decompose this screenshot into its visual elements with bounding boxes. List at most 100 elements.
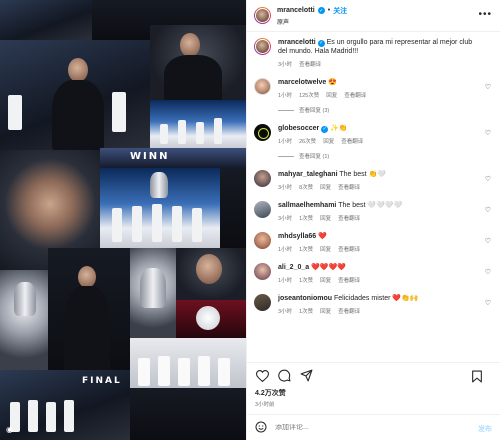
comment-time[interactable]: 1小时 [278, 245, 292, 253]
like-comment-heart-icon[interactable]: ♡ [485, 175, 491, 183]
reply-button[interactable]: 回复 [320, 307, 331, 315]
separator-dot: • [327, 7, 331, 14]
comment-username[interactable]: sallmaelhemhami [278, 202, 336, 209]
commenter-avatar[interactable] [254, 124, 271, 141]
photo-squad-lineup [130, 338, 246, 388]
translate-button[interactable]: 查看翻译 [344, 91, 366, 99]
commenter-avatar[interactable] [254, 232, 271, 249]
commenter-avatar[interactable] [254, 201, 271, 218]
commenter-avatar[interactable] [254, 263, 271, 280]
comment-item: joseantoniomou Felicidades mister ❤️👏🙌 3… [254, 294, 493, 315]
audio-label[interactable]: 原声 [277, 17, 347, 26]
comment-username[interactable]: mhdsylla66 [278, 233, 316, 240]
post-timestamp[interactable]: 3小时前 [247, 398, 500, 414]
comment-item: mahyar_taleghani The best 👏🤍 3小时 8次赞 回复 … [254, 170, 493, 191]
comment-item: globesoccer ✓ ✨👏 1小时 26次赞 回复 查看翻译 查看回复 (… [254, 124, 493, 160]
photo-stadium-top [0, 0, 92, 40]
commenter-avatar[interactable] [254, 78, 271, 95]
photo-portrait-suit [150, 25, 246, 100]
comment-text: ❤️ [318, 233, 327, 240]
like-comment-heart-icon[interactable]: ♡ [485, 237, 491, 245]
replies-divider [278, 109, 294, 111]
comment-likes[interactable]: 125次赞 [299, 91, 319, 99]
comment-username[interactable]: ali_2_0_a [278, 264, 309, 271]
reply-button[interactable]: 回复 [320, 245, 331, 253]
comment-likes[interactable]: 1次赞 [299, 276, 313, 284]
like-comment-heart-icon[interactable]: ♡ [485, 129, 491, 137]
comment-time[interactable]: 3小时 [278, 307, 292, 315]
view-replies-button[interactable]: 查看回复 (3) [278, 106, 479, 114]
audio-icon[interactable]: ◉ [6, 425, 13, 434]
comments-list[interactable]: mrancelotti ✓ Es un orgullo para mi repr… [247, 32, 500, 362]
comment-time[interactable]: 3小时 [278, 183, 292, 191]
commenter-avatar[interactable] [254, 294, 271, 311]
more-icon[interactable]: ••• [478, 9, 492, 20]
heart-icon[interactable] [255, 369, 269, 383]
comment-likes[interactable]: 1次赞 [299, 307, 313, 315]
comment-likes[interactable]: 26次赞 [299, 137, 316, 145]
like-comment-heart-icon[interactable]: ♡ [485, 206, 491, 214]
comment-item: marcelotwelve 😍 1小时 125次赞 回复 查看翻译 查看回复 (… [254, 78, 493, 114]
comment-item: mhdsylla66 ❤️ 1小时 1次赞 回复 查看翻译 ♡ [254, 232, 493, 253]
photo-coach-medal [48, 248, 130, 378]
comment-username[interactable]: joseantoniomou [278, 295, 332, 302]
translate-button[interactable]: 查看翻译 [341, 137, 363, 145]
verified-icon: ✓ [317, 7, 325, 14]
comment-username[interactable]: marcelotwelve [278, 79, 326, 86]
comment-username[interactable]: globesoccer [278, 125, 319, 132]
like-comment-heart-icon[interactable]: ♡ [485, 299, 491, 307]
bookmark-icon[interactable] [470, 369, 484, 383]
instagram-post-view: WINN FINAL ◉ mrancelotti ✓ • 关注 原声 ••• m… [0, 0, 500, 440]
reply-button[interactable]: 回复 [326, 91, 337, 99]
comment-icon[interactable] [277, 369, 291, 383]
reply-button[interactable]: 回复 [320, 276, 331, 284]
view-replies-label[interactable]: 查看回复 (1) [299, 152, 329, 160]
follow-button[interactable]: 关注 [333, 6, 347, 16]
translate-button[interactable]: 查看翻译 [338, 245, 360, 253]
translate-button[interactable]: 查看翻译 [338, 214, 360, 222]
post-comment-button[interactable]: 发布 [478, 424, 492, 434]
translate-button[interactable]: 查看翻译 [338, 183, 360, 191]
comment-time[interactable]: 1小时 [278, 276, 292, 284]
caption-avatar[interactable] [254, 38, 271, 55]
author-avatar[interactable] [254, 7, 271, 24]
comment-username[interactable]: mahyar_taleghani [278, 171, 338, 178]
reply-button[interactable]: 回复 [323, 137, 334, 145]
winners-overlay-text: WINN [130, 151, 170, 162]
view-replies-label[interactable]: 查看回复 (3) [299, 106, 329, 114]
translate-button[interactable]: 查看翻译 [338, 307, 360, 315]
caption-row: mrancelotti ✓ Es un orgullo para mi repr… [254, 38, 493, 68]
like-comment-heart-icon[interactable]: ♡ [485, 268, 491, 276]
comment-likes[interactable]: 1次赞 [299, 214, 313, 222]
author-username[interactable]: mrancelotti [277, 7, 315, 14]
share-icon[interactable] [299, 369, 313, 383]
photo-bottom-dark [130, 388, 246, 440]
photo-celebration [0, 40, 150, 150]
comment-text: 😍 [328, 79, 337, 86]
comment-time[interactable]: 1小时 [278, 137, 292, 145]
like-comment-heart-icon[interactable]: ♡ [485, 83, 491, 91]
caption-time[interactable]: 3小时 [278, 60, 292, 68]
photo-trophy-kiss [130, 248, 176, 338]
caption-translate[interactable]: 查看翻译 [299, 60, 321, 68]
photo-side-strip [220, 168, 246, 248]
reply-button[interactable]: 回复 [320, 183, 331, 191]
comment-time[interactable]: 3小时 [278, 214, 292, 222]
post-likes-count[interactable]: 4.2万次赞 [247, 388, 500, 398]
reply-button[interactable]: 回复 [320, 214, 331, 222]
commenter-avatar[interactable] [254, 170, 271, 187]
caption-username[interactable]: mrancelotti [278, 39, 316, 46]
comment-item: ali_2_0_a ❤️❤️❤️❤️ 1小时 1次赞 回复 查看翻译 ♡ [254, 263, 493, 284]
view-replies-button[interactable]: 查看回复 (1) [278, 152, 479, 160]
comment-text: ✨👏 [330, 125, 348, 132]
comment-input[interactable] [275, 424, 445, 431]
comment-time[interactable]: 1小时 [278, 91, 292, 99]
post-actions-bar [247, 362, 500, 388]
comment-likes[interactable]: 8次赞 [299, 183, 313, 191]
comment-item: sallmaelhemhami The best 🤍🤍🤍🤍 3小时 1次赞 回复… [254, 201, 493, 222]
translate-button[interactable]: 查看翻译 [338, 276, 360, 284]
post-media-collage[interactable]: WINN FINAL ◉ [0, 0, 246, 440]
comment-likes[interactable]: 1次赞 [299, 245, 313, 253]
emoji-icon[interactable] [255, 421, 267, 435]
final-overlay-text: FINAL [82, 376, 122, 386]
